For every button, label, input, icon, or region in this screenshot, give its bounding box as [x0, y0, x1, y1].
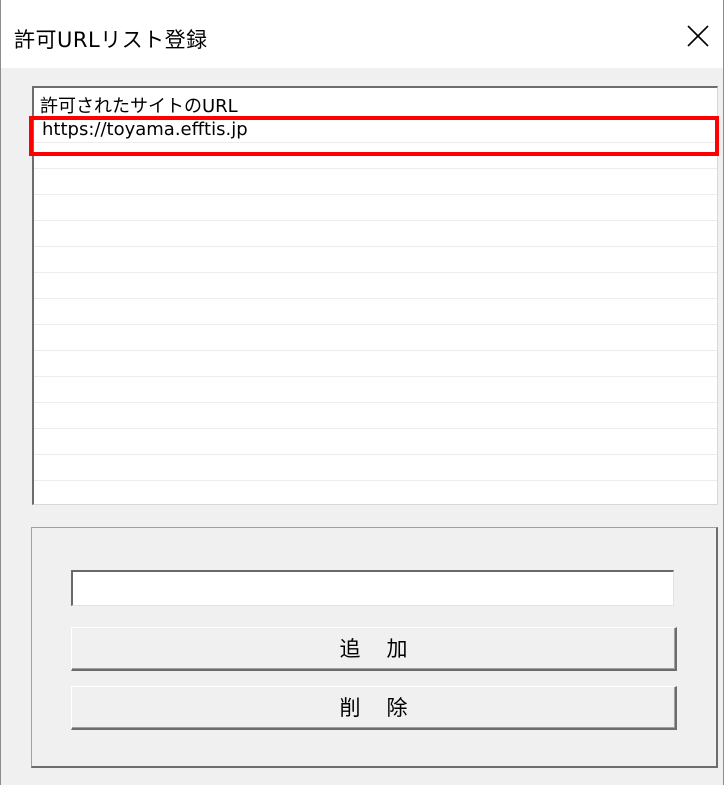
list-item[interactable]: [34, 169, 717, 195]
list-rows: https://toyama.efftis.jp: [34, 117, 717, 504]
list-item[interactable]: [34, 247, 717, 273]
close-button[interactable]: [673, 14, 723, 58]
list-item[interactable]: [34, 325, 717, 351]
window-title: 許可URLリスト登録: [14, 28, 208, 52]
title-bar: 許可URLリスト登録: [1, 0, 723, 68]
list-item[interactable]: [34, 481, 717, 504]
list-item[interactable]: [34, 377, 717, 403]
list-item[interactable]: [34, 221, 717, 247]
list-item[interactable]: [34, 299, 717, 325]
close-icon: [687, 25, 709, 47]
list-item[interactable]: [34, 351, 717, 377]
column-header-label: 許可されたサイトのURL: [40, 96, 238, 117]
list-item[interactable]: [34, 455, 717, 481]
list-item[interactable]: https://toyama.efftis.jp: [34, 117, 717, 143]
list-item-url: https://toyama.efftis.jp: [42, 119, 248, 140]
list-item[interactable]: [34, 273, 717, 299]
allowed-url-list[interactable]: 許可されたサイトのURL https://toyama.efftis.jp: [32, 86, 718, 505]
url-input[interactable]: [71, 570, 674, 606]
url-allowlist-dialog: 許可URLリスト登録 許可されたサイトのURL https://toyama.e…: [0, 0, 724, 785]
list-item[interactable]: [34, 403, 717, 429]
list-item[interactable]: [34, 143, 717, 169]
column-header-allowed-url[interactable]: 許可されたサイトのURL: [34, 88, 717, 117]
add-button[interactable]: 追加: [71, 627, 677, 671]
delete-button[interactable]: 削除: [71, 686, 677, 730]
list-item[interactable]: [34, 195, 717, 221]
list-item[interactable]: [34, 429, 717, 455]
